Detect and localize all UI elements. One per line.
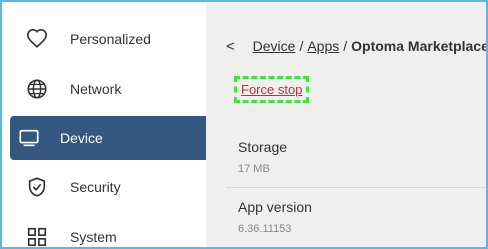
breadcrumb-device[interactable]: Device: [253, 38, 296, 54]
window-frame: Personalized Network Device Security Sys…: [0, 0, 488, 249]
breadcrumb-current: Optoma Marketplace: [351, 38, 488, 54]
sidebar: Personalized Network Device Security Sys…: [2, 2, 206, 247]
app-version-value: 6.36.11153: [238, 223, 292, 235]
breadcrumb-separator: /: [299, 38, 304, 54]
sidebar-item-network[interactable]: Network: [10, 67, 206, 111]
shield-check-icon: [26, 176, 48, 198]
globe-icon: [26, 78, 48, 100]
heart-icon: [26, 28, 48, 50]
monitor-icon: [18, 127, 40, 149]
sidebar-item-security[interactable]: Security: [10, 165, 206, 209]
grid-icon: [26, 226, 48, 247]
force-stop-button[interactable]: Force stop: [234, 76, 310, 103]
breadcrumb-separator: /: [343, 38, 348, 54]
sidebar-item-device[interactable]: Device: [10, 116, 206, 160]
storage-info: Storage 17 MB: [238, 139, 287, 175]
breadcrumb: < Device/Apps/Optoma Marketplace/: [226, 38, 488, 55]
sidebar-item-label: Security: [70, 179, 121, 195]
sidebar-item-system[interactable]: System: [10, 215, 206, 247]
sidebar-item-label: Device: [60, 130, 103, 146]
storage-value: 17 MB: [238, 163, 270, 175]
divider: [226, 187, 486, 188]
app-version-label: App version: [238, 199, 312, 215]
back-icon[interactable]: <: [226, 38, 235, 55]
sidebar-item-label: System: [70, 229, 117, 245]
app-version-info: App version 6.36.11153: [238, 199, 312, 235]
sidebar-item-personalized[interactable]: Personalized: [10, 17, 206, 61]
main-panel: < Device/Apps/Optoma Marketplace/ Force …: [206, 2, 486, 247]
storage-label: Storage: [238, 139, 288, 155]
sidebar-item-label: Network: [70, 81, 122, 97]
sidebar-item-label: Personalized: [70, 31, 151, 47]
breadcrumb-apps[interactable]: Apps: [307, 38, 339, 54]
